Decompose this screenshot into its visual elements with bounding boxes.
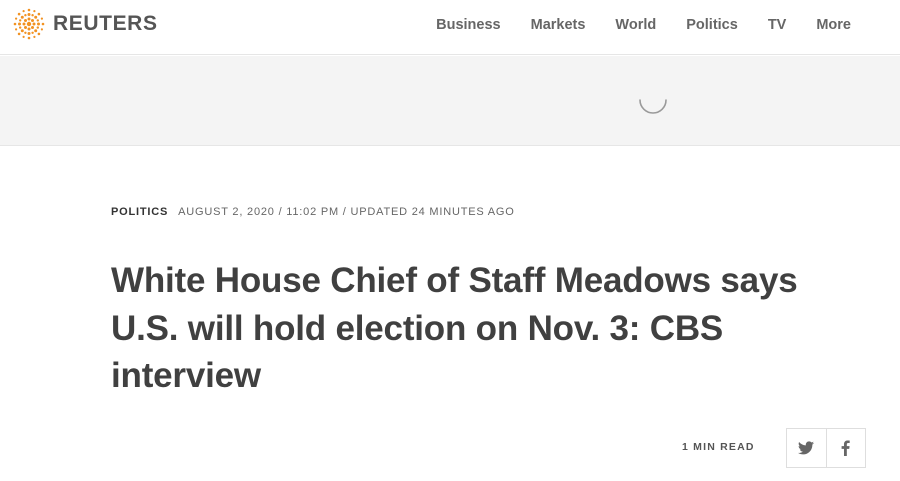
main-nav: Business Markets World Politics TV More	[436, 0, 851, 50]
loading-spinner-icon	[639, 99, 667, 114]
facebook-icon	[842, 440, 851, 456]
nav-item-politics[interactable]: Politics	[686, 17, 738, 33]
nav-item-tv[interactable]: TV	[768, 17, 787, 33]
article-headline: White House Chief of Staff Meadows says …	[111, 261, 798, 395]
ad-banner-placeholder	[0, 56, 900, 146]
section-label[interactable]: POLITICS	[111, 206, 168, 218]
reuters-logo-icon	[13, 8, 45, 40]
twitter-icon	[798, 441, 815, 455]
nav-item-business[interactable]: Business	[436, 17, 500, 33]
brand-name: REUTERS	[53, 12, 158, 35]
nav-item-markets[interactable]: Markets	[531, 17, 586, 33]
facebook-share-button[interactable]	[825, 429, 865, 467]
article-meta: POLITICS AUGUST 2, 2020 / 11:02 PM / UPD…	[111, 206, 515, 218]
site-header: REUTERS Business Markets World Politics …	[0, 0, 900, 55]
article-dateline: AUGUST 2, 2020 / 11:02 PM / UPDATED 24 M…	[178, 206, 515, 218]
read-time: 1 MIN READ	[682, 441, 755, 453]
nav-item-world[interactable]: World	[615, 17, 656, 33]
share-buttons	[786, 428, 866, 468]
nav-item-more[interactable]: More	[816, 17, 851, 33]
reuters-logo[interactable]: REUTERS	[12, 8, 158, 40]
twitter-share-button[interactable]	[787, 429, 826, 467]
